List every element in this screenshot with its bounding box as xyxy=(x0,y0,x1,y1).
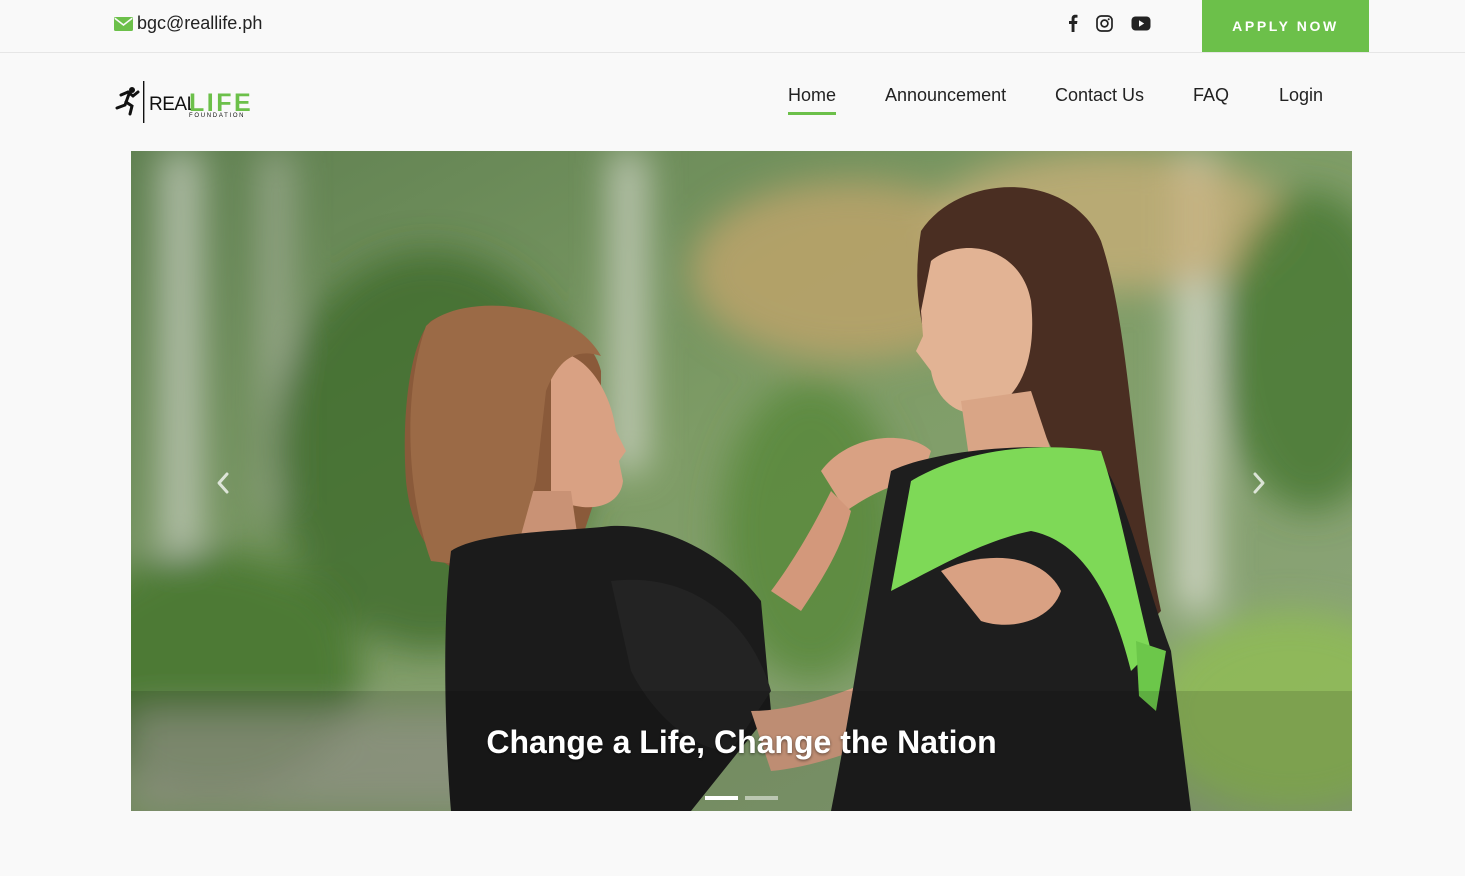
top-bar: bgc@reallife.ph APPLY NOW xyxy=(0,0,1465,53)
social-links xyxy=(1068,12,1151,34)
carousel-prev-button[interactable] xyxy=(203,463,243,503)
chevron-left-icon xyxy=(217,472,229,494)
carousel-indicator-1[interactable] xyxy=(705,796,738,800)
nav-item-login[interactable]: Login xyxy=(1279,85,1323,106)
facebook-link[interactable] xyxy=(1068,12,1078,34)
envelope-icon xyxy=(114,16,133,31)
main-nav: Home Announcement Contact Us FAQ Login xyxy=(0,85,1465,115)
nav-item-faq[interactable]: FAQ xyxy=(1193,85,1229,106)
chevron-right-icon xyxy=(1253,472,1265,494)
carousel-next-button[interactable] xyxy=(1239,463,1279,503)
hero-carousel: Change a Life, Change the Nation xyxy=(131,151,1352,811)
nav-item-home[interactable]: Home xyxy=(788,85,837,115)
carousel-indicators xyxy=(705,796,785,800)
facebook-icon xyxy=(1069,14,1078,32)
hero-caption: Change a Life, Change the Nation xyxy=(486,724,997,760)
nav-item-contact-us[interactable]: Contact Us xyxy=(1055,85,1144,106)
apply-now-button[interactable]: APPLY NOW xyxy=(1202,0,1369,52)
carousel-indicator-2[interactable] xyxy=(745,796,778,800)
youtube-icon xyxy=(1131,16,1151,30)
contact-email[interactable]: bgc@reallife.ph xyxy=(114,13,262,34)
hero-slide-image xyxy=(131,151,1352,811)
nav-item-announcement[interactable]: Announcement xyxy=(885,85,1006,106)
instagram-link[interactable] xyxy=(1096,12,1113,34)
youtube-link[interactable] xyxy=(1131,12,1151,34)
instagram-icon xyxy=(1096,14,1113,32)
contact-email-text: bgc@reallife.ph xyxy=(137,13,263,33)
